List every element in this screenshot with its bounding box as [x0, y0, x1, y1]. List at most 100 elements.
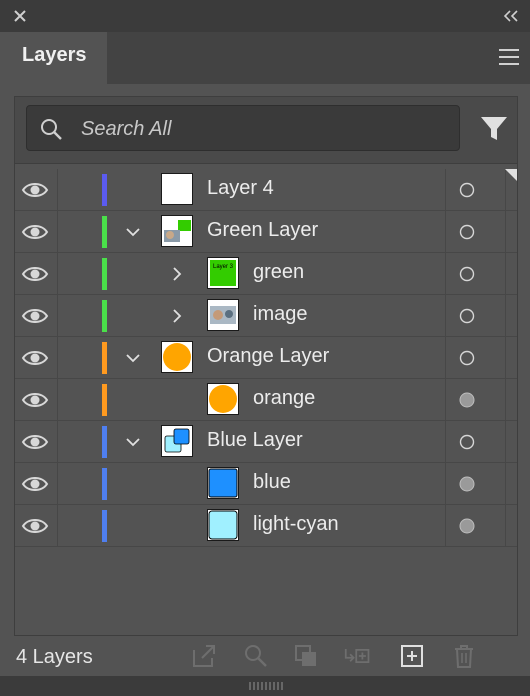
layer-row[interactable]: image: [15, 295, 517, 337]
chevron-right-icon[interactable]: [169, 308, 185, 324]
column-divider: [445, 505, 446, 547]
panel-titlebar: [0, 0, 530, 32]
layer-thumbnail: [161, 173, 193, 205]
layer-name[interactable]: orange: [253, 387, 315, 410]
visibility-eye-icon[interactable]: [21, 302, 49, 330]
layer-color-swatch: [102, 300, 107, 332]
grip-icon: [249, 682, 283, 690]
tab-bar: Layers: [0, 32, 530, 84]
column-divider: [505, 379, 506, 421]
target-icon[interactable]: [459, 266, 475, 282]
layer-color-swatch: [102, 510, 107, 542]
chevron-right-icon[interactable]: [169, 266, 185, 282]
export-icon[interactable]: [190, 642, 218, 670]
layer-name[interactable]: Layer 4: [207, 177, 274, 200]
layer-list: Layer 4 Green Layer Layer 3 green image Orang…: [15, 169, 517, 547]
column-divider: [57, 211, 58, 253]
layer-row[interactable]: Green Layer: [15, 211, 517, 253]
new-sublayer-icon[interactable]: [344, 642, 372, 670]
collapse-panel-icon[interactable]: [502, 8, 520, 24]
layer-color-swatch: [102, 258, 107, 290]
layer-name[interactable]: green: [253, 261, 304, 284]
column-divider: [505, 505, 506, 547]
visibility-eye-icon[interactable]: [21, 176, 49, 204]
layer-thumbnail: [161, 341, 193, 373]
panel-footer: 4 Layers: [0, 636, 530, 676]
close-icon[interactable]: [12, 8, 28, 24]
visibility-eye-icon[interactable]: [21, 470, 49, 498]
column-divider: [445, 463, 446, 505]
visibility-eye-icon[interactable]: [21, 512, 49, 540]
chevron-down-icon[interactable]: [125, 224, 141, 240]
column-divider: [505, 337, 506, 379]
tab-layers[interactable]: Layers: [0, 32, 107, 84]
svg-text:Layer 3: Layer 3: [213, 264, 234, 270]
visibility-eye-icon[interactable]: [21, 386, 49, 414]
layer-row[interactable]: Layer 3 green: [15, 253, 517, 295]
target-icon[interactable]: [459, 182, 475, 198]
layer-row[interactable]: Blue Layer: [15, 421, 517, 463]
column-divider: [57, 337, 58, 379]
column-divider: [57, 505, 58, 547]
target-icon[interactable]: [459, 224, 475, 240]
column-divider: [445, 211, 446, 253]
layer-row[interactable]: Orange Layer: [15, 337, 517, 379]
layer-row[interactable]: blue: [15, 463, 517, 505]
filter-icon[interactable]: [479, 113, 509, 143]
search-input[interactable]: [79, 112, 443, 146]
search-bar: [15, 97, 517, 164]
layer-row[interactable]: Layer 4: [15, 169, 517, 211]
layer-thumbnail: [161, 215, 193, 247]
layer-count: 4 Layers: [16, 646, 93, 668]
visibility-eye-icon[interactable]: [21, 260, 49, 288]
target-icon[interactable]: [459, 350, 475, 366]
resize-grip[interactable]: [0, 676, 530, 696]
column-divider: [445, 379, 446, 421]
column-divider: [445, 295, 446, 337]
target-icon[interactable]: [459, 518, 475, 534]
layer-name[interactable]: Orange Layer: [207, 345, 329, 368]
layer-color-swatch: [102, 384, 107, 416]
target-icon[interactable]: [459, 392, 475, 408]
new-layer-icon[interactable]: [398, 642, 426, 670]
column-divider: [57, 463, 58, 505]
target-icon[interactable]: [459, 476, 475, 492]
layer-thumbnail: Layer 3: [207, 257, 239, 289]
layer-name[interactable]: image: [253, 303, 307, 326]
clipping-mask-icon[interactable]: [292, 642, 320, 670]
visibility-eye-icon[interactable]: [21, 218, 49, 246]
target-icon[interactable]: [459, 434, 475, 450]
visibility-eye-icon[interactable]: [21, 344, 49, 372]
chevron-down-icon[interactable]: [125, 350, 141, 366]
column-divider: [505, 253, 506, 295]
layer-row[interactable]: light-cyan: [15, 505, 517, 547]
locate-object-icon[interactable]: [242, 642, 270, 670]
layers-panel: Layer 4 Green Layer Layer 3 green image Orang…: [14, 96, 518, 636]
layer-name[interactable]: blue: [253, 471, 291, 494]
layer-color-swatch: [102, 342, 107, 374]
chevron-down-icon[interactable]: [125, 434, 141, 450]
column-divider: [445, 169, 446, 211]
layer-name[interactable]: Green Layer: [207, 219, 318, 242]
current-layer-indicator: [505, 169, 517, 181]
target-icon[interactable]: [459, 308, 475, 324]
layer-thumbnail: [207, 467, 239, 499]
layer-name[interactable]: Blue Layer: [207, 429, 303, 452]
column-divider: [57, 253, 58, 295]
layer-color-swatch: [102, 426, 107, 458]
column-divider: [505, 463, 506, 505]
layer-thumbnail: [207, 383, 239, 415]
layer-color-swatch: [102, 174, 107, 206]
layer-color-swatch: [102, 468, 107, 500]
column-divider: [505, 421, 506, 463]
layer-row[interactable]: orange: [15, 379, 517, 421]
column-divider: [505, 295, 506, 337]
column-divider: [57, 169, 58, 211]
layer-name[interactable]: light-cyan: [253, 513, 339, 536]
panel-menu-icon[interactable]: [498, 48, 520, 66]
search-box: [26, 105, 460, 151]
visibility-eye-icon[interactable]: [21, 428, 49, 456]
column-divider: [505, 211, 506, 253]
trash-icon[interactable]: [450, 642, 478, 670]
layer-thumbnail: [161, 425, 193, 457]
